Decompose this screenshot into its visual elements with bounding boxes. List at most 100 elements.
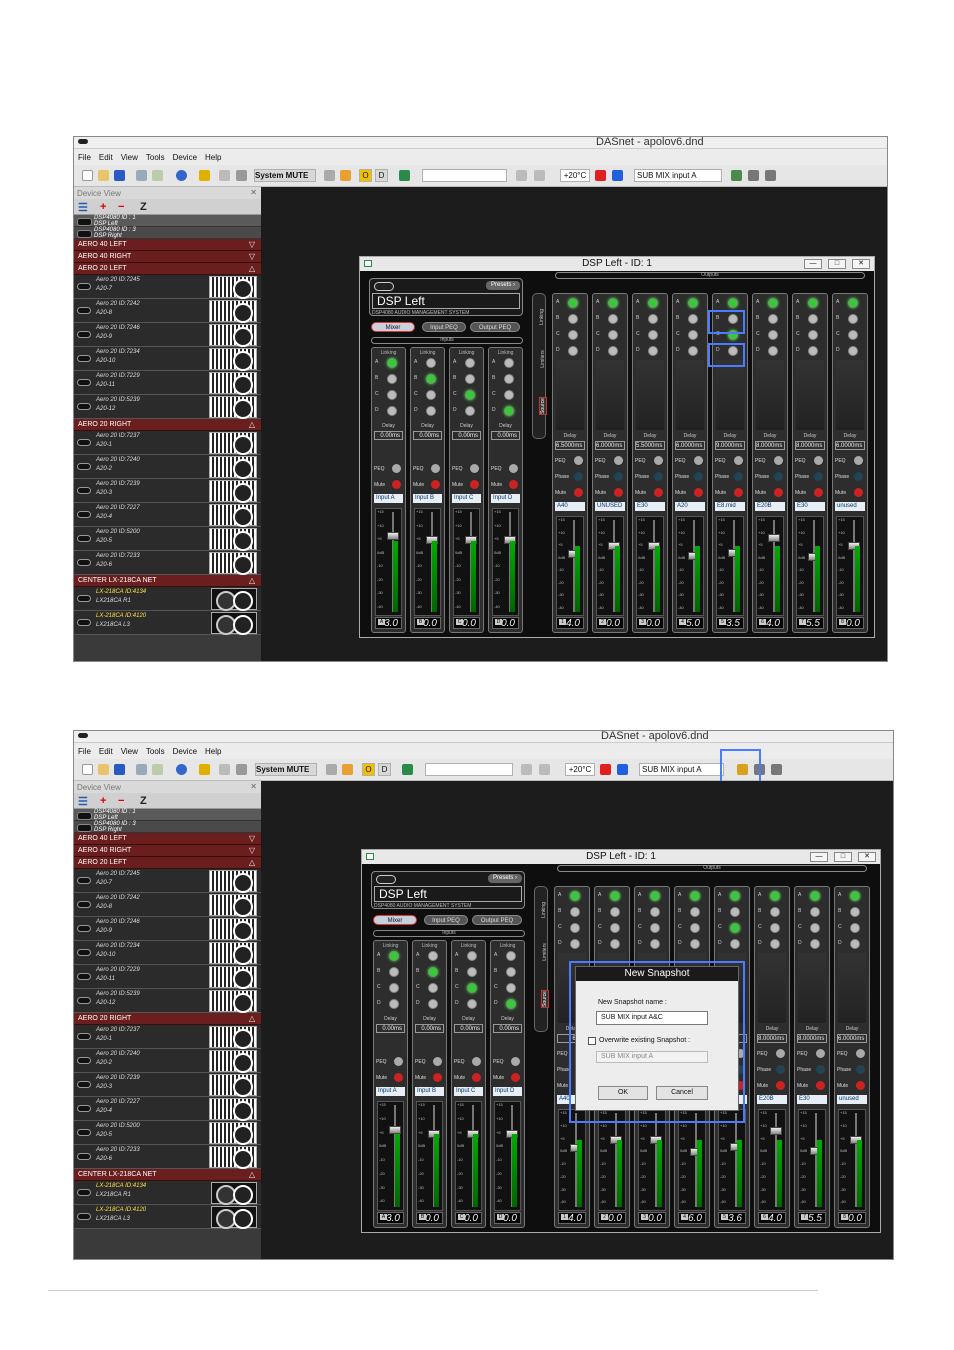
gain-readout[interactable]: 3 0.0: [638, 1212, 666, 1224]
channel-name-field[interactable]: A20: [675, 502, 705, 511]
tab-mixer[interactable]: Mixer: [373, 915, 417, 925]
channel-name-field[interactable]: Input B: [413, 494, 442, 503]
link-button[interactable]: [465, 406, 475, 416]
fader[interactable]: +15 +10 +5 0dB -10 -20 -30 -40: [796, 516, 824, 616]
group-header[interactable]: AERO 40 LEFT ▽: [74, 833, 261, 845]
speaker-item[interactable]: Aero 20 ID:7234 A20-10: [74, 941, 261, 965]
group-header[interactable]: AERO 40 RIGHT ▽: [74, 251, 261, 263]
fader-knob[interactable]: [387, 532, 399, 541]
link-button[interactable]: [467, 999, 477, 1009]
mute-button[interactable]: [470, 480, 479, 489]
speaker-item[interactable]: Aero 20 ID:7239 A20-3: [74, 479, 261, 503]
mute-button[interactable]: [511, 1073, 520, 1082]
menu-edit[interactable]: Edit: [99, 153, 113, 162]
plus-icon[interactable]: [595, 170, 606, 181]
link-button[interactable]: [387, 406, 397, 416]
source-button[interactable]: [648, 298, 658, 308]
source-button[interactable]: [768, 330, 778, 340]
dsp-item[interactable]: DSP4080 ID : 1 DSP Left: [74, 809, 261, 821]
source-button[interactable]: [690, 923, 700, 933]
delay-field[interactable]: 6.0000ms: [835, 441, 865, 450]
peq-button[interactable]: [470, 464, 479, 473]
paste-icon[interactable]: [152, 170, 163, 181]
view-icon-2[interactable]: [539, 764, 550, 775]
o-button[interactable]: O: [359, 169, 372, 182]
sort-icon[interactable]: Z: [140, 201, 147, 213]
fader[interactable]: +15 +10 +5 0dB -10 -20 -30 -40: [414, 508, 441, 616]
mute-button[interactable]: [433, 1073, 442, 1082]
snapshot-select[interactable]: SUB MIX input A: [639, 763, 724, 776]
phase-button[interactable]: [854, 472, 863, 481]
peq-button[interactable]: [776, 1049, 785, 1058]
mute-button[interactable]: [854, 488, 863, 497]
grid-icon[interactable]: [199, 170, 210, 181]
phase-button[interactable]: [856, 1065, 865, 1074]
close-icon[interactable]: ✕: [852, 259, 870, 269]
tab-input-peq[interactable]: Input PEQ: [424, 915, 468, 925]
delay-field[interactable]: 0.00ms: [413, 431, 442, 440]
fader[interactable]: +15 +10 +5 0dB -10 -20 -30 -40: [492, 508, 519, 616]
maximize-icon[interactable]: □: [828, 259, 846, 269]
source-button[interactable]: [688, 346, 698, 356]
gain-readout[interactable]: 4 -6.0: [678, 1212, 706, 1224]
channel-name-field[interactable]: Input A: [374, 494, 403, 503]
source-button[interactable]: [610, 923, 620, 933]
speaker-item[interactable]: Aero 20 ID:7227 A20-4: [74, 503, 261, 527]
snapshot-name-input[interactable]: SUB MIX input A&C: [596, 1011, 708, 1025]
list-icon[interactable]: ☰: [78, 201, 88, 214]
speaker-item[interactable]: Aero 20 ID:7229 A20-11: [74, 371, 261, 395]
save-icon[interactable]: [114, 764, 125, 775]
fader[interactable]: +15 +10 +5 0dB -10 -20 -30 -40: [377, 1101, 404, 1211]
source-button[interactable]: [768, 298, 778, 308]
mute-button[interactable]: [814, 488, 823, 497]
link-button[interactable]: [428, 983, 438, 993]
source-button[interactable]: [568, 330, 578, 340]
delay-field[interactable]: 6.5000ms: [555, 441, 585, 450]
speaker-item[interactable]: Aero 20 ID:7237 A20-1: [74, 431, 261, 455]
source-button[interactable]: [610, 907, 620, 917]
link-button[interactable]: [389, 983, 399, 993]
link-button[interactable]: [387, 358, 397, 368]
speaker-item[interactable]: Aero 20 ID:7240 A20-2: [74, 455, 261, 479]
peq-button[interactable]: [854, 456, 863, 465]
speaker-item[interactable]: Aero 20 ID:7233 A20-6: [74, 551, 261, 575]
peq-button[interactable]: [472, 1057, 481, 1066]
source-button[interactable]: [648, 346, 658, 356]
mute-button[interactable]: [472, 1073, 481, 1082]
expand-icon[interactable]: △: [249, 1014, 255, 1023]
source-button[interactable]: [850, 891, 860, 901]
peq-button[interactable]: [433, 1057, 442, 1066]
peq-button[interactable]: [394, 1057, 403, 1066]
group-header[interactable]: CENTER LX-218CA NET △: [74, 575, 261, 587]
delay-field[interactable]: 0.00ms: [376, 1024, 405, 1033]
mute-button[interactable]: [394, 1073, 403, 1082]
group-header[interactable]: AERO 40 RIGHT ▽: [74, 845, 261, 857]
phase-button[interactable]: [574, 472, 583, 481]
channel-name-field[interactable]: E8.mid: [715, 502, 745, 511]
fader[interactable]: +15 +10 +5 0dB -10 -20 -30 -40: [556, 516, 584, 616]
peq-button[interactable]: [856, 1049, 865, 1058]
peq-button[interactable]: [814, 456, 823, 465]
group-header[interactable]: AERO 20 LEFT △: [74, 857, 261, 869]
source-button[interactable]: [770, 923, 780, 933]
peq-button[interactable]: [509, 464, 518, 473]
gain-readout[interactable]: 1 -4.0: [556, 617, 584, 629]
gain-readout[interactable]: 1 -4.0: [558, 1212, 586, 1224]
mute-button[interactable]: [392, 480, 401, 489]
source-button[interactable]: [570, 891, 580, 901]
link-button[interactable]: [506, 983, 516, 993]
people-icon[interactable]: [340, 170, 351, 181]
source-button[interactable]: [848, 298, 858, 308]
source-button[interactable]: [570, 907, 580, 917]
speaker-item[interactable]: Aero 20 ID:5200 A20-5: [74, 1121, 261, 1145]
menu-device[interactable]: Device: [173, 153, 197, 162]
network-icon[interactable]: [236, 170, 247, 181]
menu-file[interactable]: File: [78, 153, 91, 162]
speaker-item[interactable]: Aero 20 ID:5239 A20-12: [74, 989, 261, 1013]
delay-field[interactable]: 8.0000ms: [755, 441, 785, 450]
close-icon[interactable]: ✕: [250, 782, 257, 791]
gain-readout[interactable]: 3 0.0: [636, 617, 664, 629]
fader[interactable]: +15 +10 +5 0dB -10 -20 -30 -40: [756, 516, 784, 616]
source-button[interactable]: [808, 346, 818, 356]
tab-output-peq[interactable]: Output PEQ: [472, 915, 522, 925]
